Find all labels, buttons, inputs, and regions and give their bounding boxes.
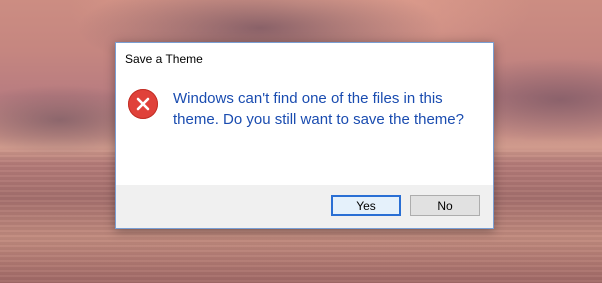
save-theme-dialog: Save a Theme Windows can't find one of t…: [115, 42, 494, 229]
dialog-title: Save a Theme: [125, 52, 203, 66]
no-button[interactable]: No: [410, 195, 480, 216]
dialog-message: Windows can't find one of the files in t…: [173, 90, 464, 128]
yes-button[interactable]: Yes: [331, 195, 401, 216]
dialog-button-bar: Yes No: [116, 185, 493, 228]
error-icon: [128, 89, 158, 119]
